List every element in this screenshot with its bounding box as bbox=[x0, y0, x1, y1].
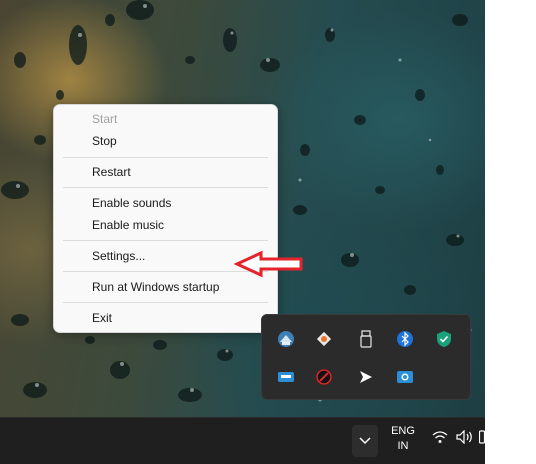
usb-drive-icon[interactable] bbox=[354, 327, 378, 351]
keyboard-region: IN bbox=[397, 440, 409, 452]
menu-item-restart[interactable]: Restart bbox=[58, 161, 273, 183]
language-code: ENG bbox=[391, 425, 415, 437]
show-hidden-icons-button[interactable] bbox=[352, 425, 378, 457]
menu-item-label: Restart bbox=[92, 165, 131, 179]
app-diamond-tray-icon[interactable] bbox=[312, 327, 336, 351]
menu-item-start: Start bbox=[58, 108, 273, 130]
camera-tray-icon[interactable] bbox=[393, 365, 417, 389]
red-circle-tray-icon[interactable] bbox=[312, 365, 336, 389]
menu-separator bbox=[63, 302, 268, 303]
menu-item-label: Settings... bbox=[92, 249, 146, 263]
wifi-icon[interactable] bbox=[432, 430, 448, 449]
menu-item-label: Enable sounds bbox=[92, 196, 172, 210]
cursor-arrow-tray-icon[interactable] bbox=[354, 365, 378, 389]
app-tray-icon[interactable] bbox=[274, 327, 298, 351]
language-indicator[interactable]: ENG IN bbox=[386, 424, 420, 454]
battery-icon[interactable] bbox=[478, 430, 486, 449]
chevron-down-icon bbox=[359, 437, 371, 445]
bluetooth-icon[interactable] bbox=[393, 327, 417, 351]
tray-overflow-flyout bbox=[261, 314, 471, 400]
menu-item-label: Start bbox=[92, 112, 118, 126]
menu-item-run-at-startup[interactable]: Run at Windows startup bbox=[58, 276, 273, 298]
menu-item-label: Enable music bbox=[92, 218, 165, 232]
menu-item-stop[interactable]: Stop bbox=[58, 130, 273, 152]
menu-item-enable-sounds[interactable]: Enable sounds bbox=[58, 192, 273, 214]
menu-separator bbox=[63, 240, 268, 241]
menu-item-label: Run at Windows startup bbox=[92, 280, 220, 294]
menu-item-label: Stop bbox=[92, 134, 117, 148]
tray-context-menu: Start Stop Restart Enable sounds Enable … bbox=[53, 104, 278, 333]
background-blank-area bbox=[485, 0, 536, 463]
menu-separator bbox=[63, 157, 268, 158]
storage-tray-icon[interactable] bbox=[274, 365, 298, 389]
volume-icon[interactable] bbox=[456, 429, 474, 449]
menu-item-enable-music[interactable]: Enable music bbox=[58, 214, 273, 236]
menu-item-label: Exit bbox=[92, 311, 113, 325]
menu-separator bbox=[63, 187, 268, 188]
menu-item-exit[interactable]: Exit bbox=[58, 307, 273, 329]
annotation-arrow-icon bbox=[234, 250, 303, 278]
security-shield-icon[interactable] bbox=[432, 327, 456, 351]
